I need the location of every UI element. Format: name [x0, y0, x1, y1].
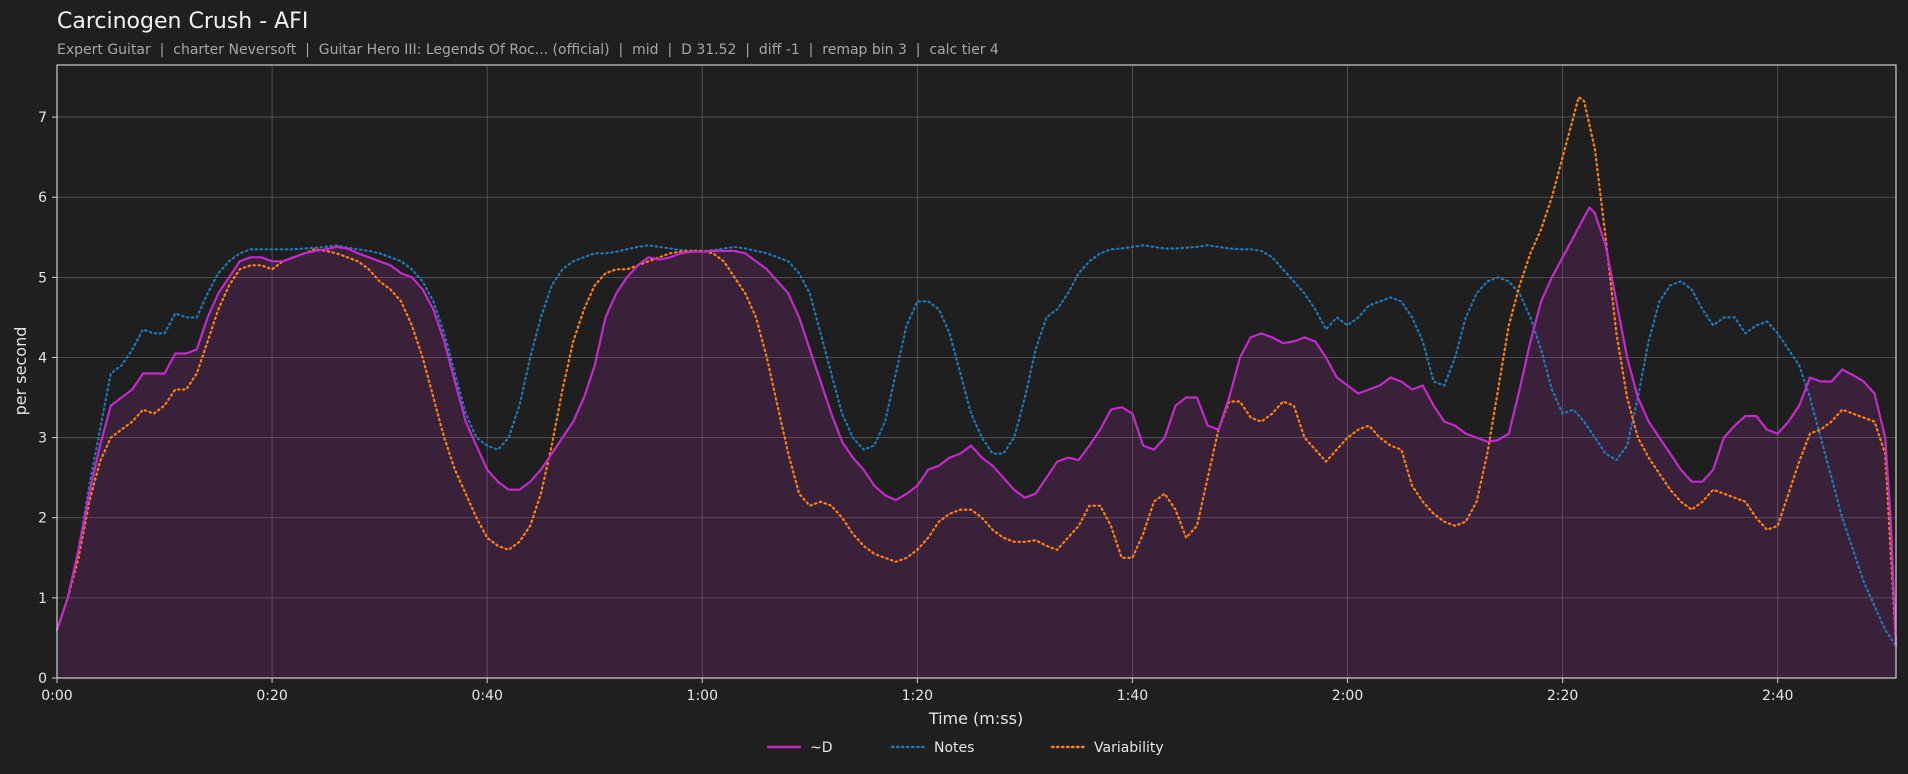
legend: ~D Notes Variability	[766, 740, 1164, 756]
y-tick-label: 1	[38, 591, 47, 607]
y-tick-label: 2	[38, 511, 47, 527]
x-axis-label: Time (m:ss)	[928, 709, 1023, 728]
x-tick-label: 0:00	[41, 688, 72, 704]
y-tick-label: 4	[38, 350, 47, 366]
y-axis-ticks: 0 1 2 3 4 5 6 7	[38, 110, 57, 687]
x-tick-label: 2:20	[1547, 688, 1578, 704]
y-tick-label: 5	[38, 270, 47, 286]
legend-entry: Variability	[1050, 740, 1164, 756]
legend-entry: ~D	[766, 740, 833, 756]
x-tick-label: 1:40	[1117, 688, 1148, 704]
x-tick-label: 1:00	[687, 688, 718, 704]
x-tick-label: 2:00	[1332, 688, 1363, 704]
y-tick-label: 6	[38, 190, 47, 206]
chart: Carcinogen Crush - AFI Expert Guitar | c…	[11, 9, 1898, 756]
y-axis-label: per second	[11, 327, 30, 416]
y-tick-label: 7	[38, 110, 47, 126]
x-tick-label: 1:20	[902, 688, 933, 704]
x-axis-ticks: 0:00 0:20 0:40 1:00 1:20 1:40 2:00 2:20 2:40	[41, 678, 1793, 704]
chart-subtitle: Expert Guitar | charter Neversoft | Guit…	[57, 42, 999, 58]
legend-label: Variability	[1094, 740, 1164, 756]
plot-area	[55, 64, 1898, 679]
y-tick-label: 3	[38, 431, 47, 447]
x-tick-label: 0:20	[256, 688, 287, 704]
y-tick-label: 0	[38, 671, 47, 687]
legend-entry: Notes	[890, 740, 974, 756]
x-tick-label: 2:40	[1762, 688, 1793, 704]
x-tick-label: 0:40	[471, 688, 502, 704]
legend-label: ~D	[810, 740, 833, 756]
legend-label: Notes	[934, 740, 974, 756]
chart-title: Carcinogen Crush - AFI	[57, 9, 308, 34]
